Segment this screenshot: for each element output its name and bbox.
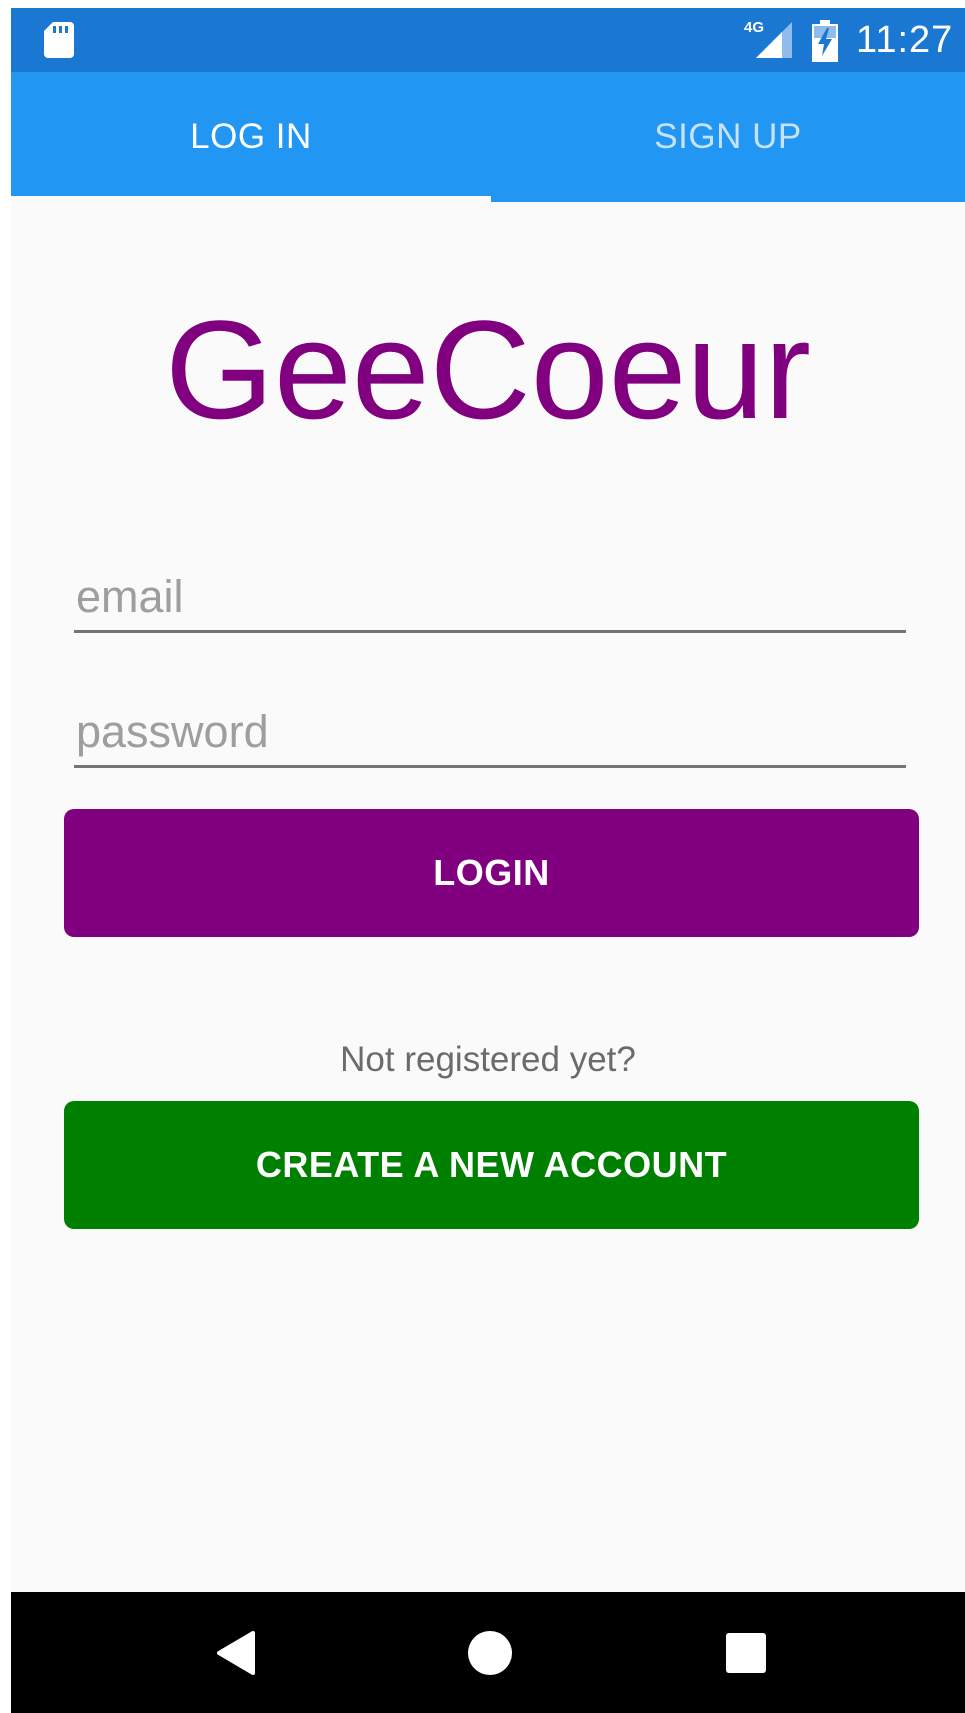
home-button[interactable] (430, 1592, 550, 1713)
tab-sign-up[interactable]: SIGN UP (491, 72, 965, 202)
signal-icon: 4G (744, 19, 792, 58)
back-button[interactable] (175, 1592, 295, 1713)
email-field[interactable] (74, 563, 906, 633)
navigation-bar (11, 1592, 965, 1713)
network-type-label: 4G (744, 19, 764, 36)
home-icon (468, 1630, 512, 1675)
not-registered-text: Not registered yet? (340, 1040, 636, 1079)
app-title: GeeCoeur (165, 291, 811, 448)
status-time: 11:27 (856, 19, 954, 61)
recent-apps-button[interactable] (686, 1592, 806, 1713)
active-tab-indicator (11, 196, 491, 202)
battery-charging-icon (812, 20, 838, 62)
password-field[interactable] (74, 698, 906, 768)
status-bar: 4G 11:27 (11, 8, 965, 72)
back-icon (217, 1630, 255, 1675)
sd-card-icon (44, 22, 74, 58)
recent-apps-icon (726, 1632, 766, 1673)
screen: 4G 11:27 LOG IN SIGN UP GeeCoeur LOGIN N… (11, 8, 965, 1713)
create-account-button[interactable]: CREATE A NEW ACCOUNT (64, 1101, 919, 1229)
tab-log-in[interactable]: LOG IN (11, 72, 491, 202)
tab-bar: LOG IN SIGN UP (11, 72, 965, 202)
login-button[interactable]: LOGIN (64, 809, 919, 937)
